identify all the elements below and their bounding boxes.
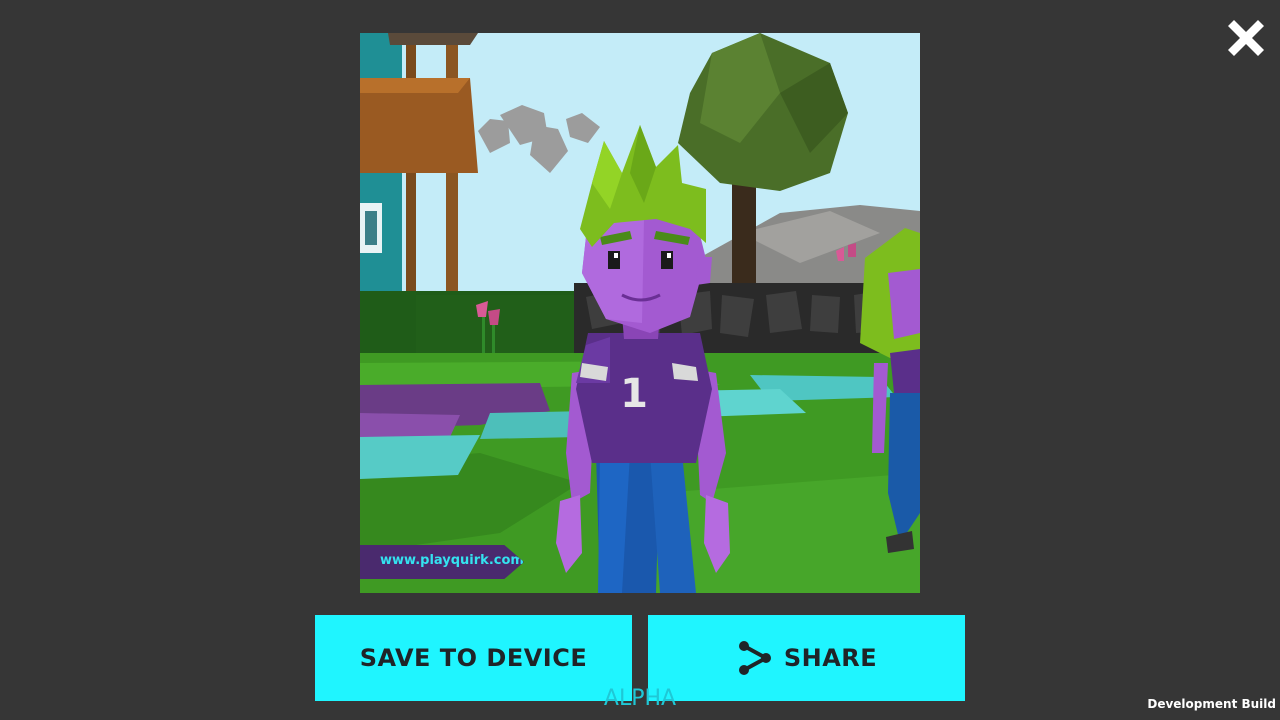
game-screenshot-image: 1 www.playquirk.com [360,33,920,593]
alpha-label: ALPHA [603,686,677,711]
watermark-text: www.playquirk.com [380,553,524,568]
share-icon [738,641,771,675]
watermark-banner: www.playquirk.com [360,545,524,579]
close-button[interactable] [1222,14,1270,62]
development-build-label: Development Build [1147,697,1276,711]
share-label: SHARE [783,644,878,672]
photo-preview: 1 www.playquirk.com [360,33,920,593]
save-to-device-label: SAVE TO DEVICE [359,644,588,672]
close-icon [1228,20,1264,56]
